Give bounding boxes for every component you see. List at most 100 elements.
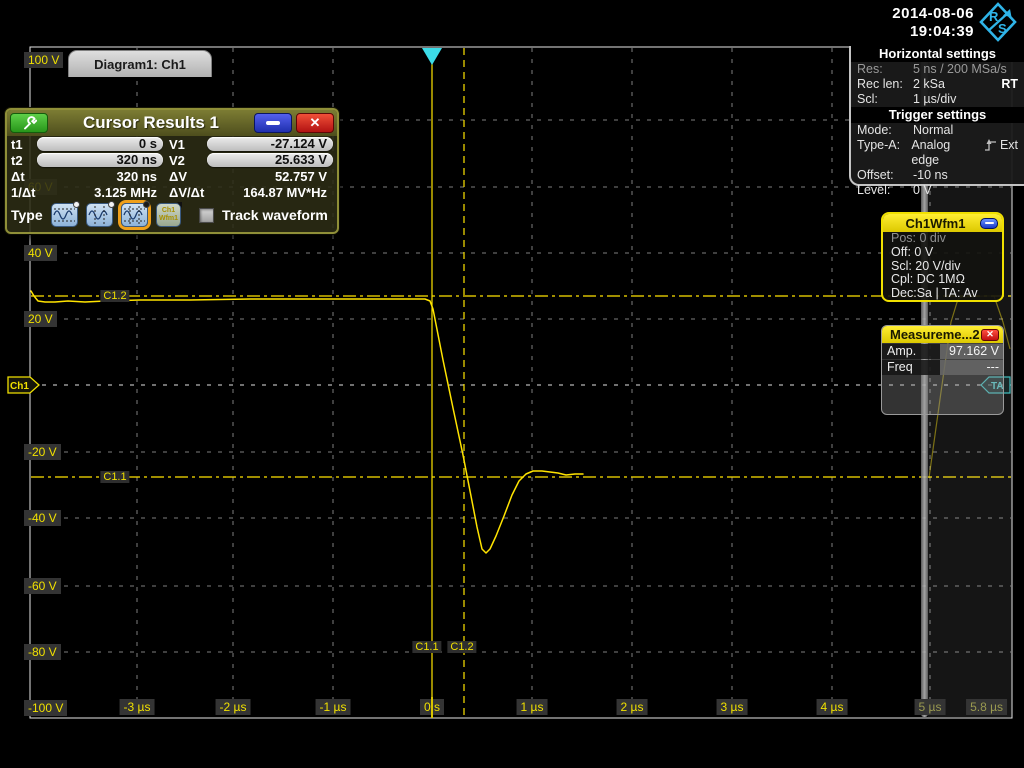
level-value: 0 V <box>913 183 932 198</box>
type-label: Type <box>11 207 43 223</box>
trigger-settings-title: Trigger settings <box>851 107 1024 123</box>
trigger-position-marker-icon[interactable] <box>422 48 442 65</box>
y-axis-label: -60 V <box>24 578 61 594</box>
t2-label: t2 <box>11 153 37 168</box>
mode-value: Normal <box>913 123 953 138</box>
x-axis-label: -2 µs <box>216 699 251 715</box>
t2-value-field[interactable]: 320 ns <box>37 153 163 167</box>
cursor-row-t2-v2: t2 320 ns V2 25.633 V <box>7 152 337 168</box>
amplitude-row: Amp. 97.162 V <box>882 344 1003 359</box>
ch1-waveform-trace <box>31 291 583 553</box>
y-axis-label: -20 V <box>24 444 61 460</box>
measurement-panel[interactable]: Measureme...2 ✕ Amp. 97.162 V Freq --- <box>881 325 1004 415</box>
cursor-type-horizontal-button[interactable] <box>51 203 78 227</box>
dialog-titlebar[interactable]: Cursor Results 1 ✕ <box>7 110 337 136</box>
res-label: Res: <box>857 62 913 77</box>
cursor-type-both-button[interactable] <box>121 203 148 227</box>
v1-label: V1 <box>163 137 207 152</box>
dialog-settings-button[interactable] <box>10 113 48 133</box>
radio-indicator <box>73 201 80 208</box>
res-value: 5 ns / 200 MSa/s <box>913 62 1007 77</box>
radio-indicator-selected <box>143 201 150 208</box>
track-waveform-checkbox[interactable] <box>199 208 214 223</box>
cursor-line-over-label <box>431 697 433 718</box>
close-icon: ✕ <box>986 329 994 340</box>
trigger-type-row: Type-A: Analog edge Ext <box>851 138 1024 168</box>
minimize-icon <box>266 121 280 125</box>
invdt-label: 1/Δt <box>11 185 37 200</box>
realtime-badge: RT <box>1001 77 1018 92</box>
invdt-value: 3.125 MHz <box>37 185 163 200</box>
y-axis-label: 40 V <box>24 245 57 261</box>
measurement-close-button[interactable]: ✕ <box>981 329 999 341</box>
trigger-source-value: Ext <box>1000 138 1018 168</box>
ch1-pos-row: Pos: 0 div <box>883 232 1002 246</box>
ch1-cpl-row: Cpl: DC 1MΩ <box>883 273 1002 287</box>
x-axis-label: 1 µs <box>517 699 548 715</box>
offset-value: -10 ns <box>913 168 948 183</box>
frequency-row: Freq --- <box>882 360 1003 375</box>
tab-label: Diagram1: Ch1 <box>94 57 186 72</box>
cursor-row-dt-dv: Δt 320 ns ΔV 52.757 V <box>7 168 337 184</box>
amp-label: Amp. <box>882 344 940 359</box>
cursor-label-c12[interactable]: C1.2 <box>100 290 129 302</box>
both-cursors-icon <box>122 204 147 226</box>
rising-edge-icon <box>983 139 998 152</box>
ch1wfm1-minimize-button[interactable] <box>980 218 998 229</box>
cursor-source-button[interactable]: Ch1 Wfm1 <box>156 203 181 227</box>
channel-marker-label: Ch1 <box>10 381 29 392</box>
horizontal-settings-title: Horizontal settings <box>851 46 1024 62</box>
wrench-icon <box>22 116 37 131</box>
freq-value: --- <box>940 360 1003 375</box>
x-axis-label: 5 µs <box>915 699 946 715</box>
ch1wfm1-panel[interactable]: Ch1Wfm1 Pos: 0 div Off: 0 V Scl: 20 V/di… <box>881 212 1004 302</box>
cursor-label-c11[interactable]: C1.1 <box>100 471 129 483</box>
ch1wfm1-titlebar[interactable]: Ch1Wfm1 <box>883 214 1002 232</box>
scl-label: Scl: <box>857 92 913 107</box>
scl-row: Scl: 1 µs/div <box>851 92 1024 107</box>
y-axis-label: 100 V <box>24 52 63 68</box>
dv-label: ΔV <box>163 169 207 184</box>
reclen-row: Rec len: 2 kSa RT <box>851 77 1024 92</box>
v1-value-field[interactable]: -27.124 V <box>207 137 333 151</box>
y-axis-label: 20 V <box>24 311 57 327</box>
radio-indicator <box>108 201 115 208</box>
dt-label: Δt <box>11 169 37 184</box>
trigger-offset-row: Offset: -10 ns <box>851 168 1024 183</box>
trigger-level-row: Level: 0 V <box>851 183 1024 198</box>
dvdt-value: 164.87 MV*Hz <box>207 185 333 200</box>
close-icon: ✕ <box>310 115 321 131</box>
ch1-dec-row: Dec:Sa | TA: Av <box>883 287 1002 301</box>
x-axis-label: 4 µs <box>817 699 848 715</box>
level-label: Level: <box>857 183 913 198</box>
dialog-close-button[interactable]: ✕ <box>296 113 334 133</box>
x-axis-label: 2 µs <box>617 699 648 715</box>
dvdt-label: ΔV/Δt <box>163 185 207 200</box>
v2-label: V2 <box>163 153 207 168</box>
dropdown-corner-icon <box>177 202 182 208</box>
cursor-type-row: Type <box>7 200 337 232</box>
cursor-label-c12-bottom[interactable]: C1.2 <box>447 641 476 653</box>
type-a-label: Type-A: <box>857 138 911 168</box>
reclen-value: 2 kSa <box>913 77 945 92</box>
channel-marker-ch1[interactable]: Ch1 <box>8 377 39 393</box>
tab-diagram1-ch1[interactable]: Diagram1: Ch1 <box>68 50 212 77</box>
cursor-row-t1-v1: t1 0 s V1 -27.124 V <box>7 136 337 152</box>
cursor-type-vertical-button[interactable] <box>86 203 113 227</box>
freq-label: Freq <box>882 360 940 375</box>
ch1-scl-row: Scl: 20 V/div <box>883 260 1002 274</box>
trigger-mode-row: Mode: Normal <box>851 123 1024 138</box>
v2-value-field[interactable]: 25.633 V <box>207 153 333 167</box>
dt-value: 320 ns <box>37 169 163 184</box>
type-a-value: Analog edge <box>911 138 979 168</box>
ch1-off-row: Off: 0 V <box>883 246 1002 260</box>
t1-value-field[interactable]: 0 s <box>37 137 163 151</box>
settings-panel[interactable]: Horizontal settings Res: 5 ns / 200 MSa/… <box>849 46 1024 186</box>
measurement-titlebar[interactable]: Measureme...2 ✕ <box>882 326 1003 343</box>
dialog-title: Cursor Results 1 <box>52 113 250 133</box>
dialog-minimize-button[interactable] <box>254 113 292 133</box>
cursor-row-invdt-dvdt: 1/Δt 3.125 MHz ΔV/Δt 164.87 MV*Hz <box>7 184 337 200</box>
y-axis-label: -40 V <box>24 510 61 526</box>
minimize-icon <box>985 222 994 224</box>
cursor-label-c11-bottom[interactable]: C1.1 <box>412 641 441 653</box>
